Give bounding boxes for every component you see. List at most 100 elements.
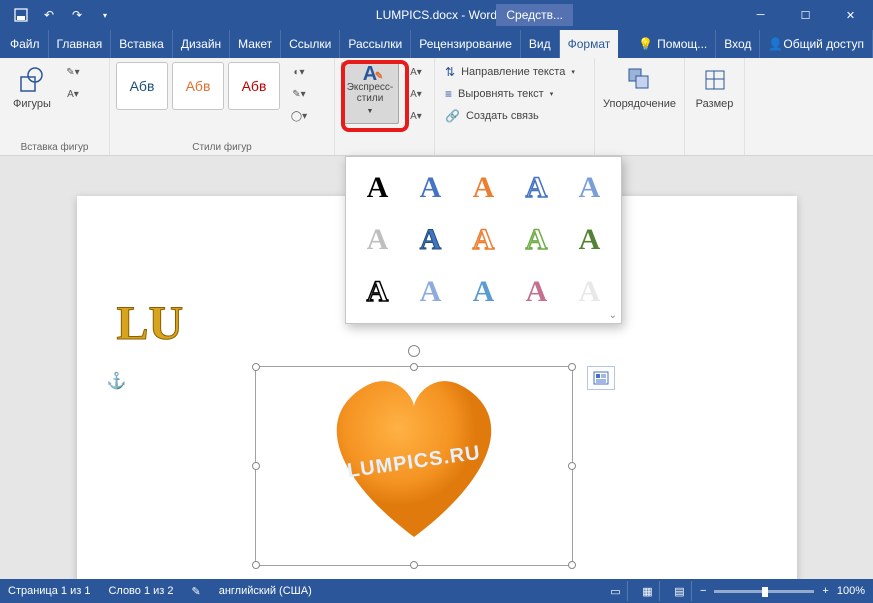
create-link-button[interactable]: 🔗Создать связь <box>441 106 543 126</box>
tell-me-button[interactable]: 💡Помощ... <box>626 30 716 58</box>
group-insert-shapes: Фигуры ✎▾ A▾ Вставка фигур <box>0 58 110 155</box>
align-text-icon: ≡ <box>445 87 452 101</box>
size-icon <box>699 64 731 96</box>
save-button[interactable] <box>8 2 34 28</box>
tab-layout[interactable]: Макет <box>230 30 281 58</box>
wordart-icon: A✎ <box>363 69 377 80</box>
wordart-style-6[interactable]: A <box>352 215 403 265</box>
group-label-shape-styles: Стили фигур <box>116 140 328 153</box>
wordart-style-1[interactable]: A <box>352 163 403 213</box>
arrange-label: Упорядочение <box>603 98 676 110</box>
group-size: Размер <box>685 58 745 155</box>
shape-selection-box[interactable]: LUMPICS.RU <box>255 366 573 566</box>
resize-handle[interactable] <box>568 363 576 371</box>
rotate-handle[interactable] <box>408 345 420 357</box>
status-proofing-icon[interactable]: ✎ <box>192 585 201 598</box>
link-icon: 🔗 <box>445 109 460 123</box>
shape-fill-button[interactable]: ◐▾ <box>288 62 310 82</box>
wordart-style-10[interactable]: A <box>564 215 615 265</box>
zoom-in-button[interactable]: + <box>822 585 828 597</box>
tab-references[interactable]: Ссылки <box>281 30 340 58</box>
wordart-style-5[interactable]: A <box>564 163 615 213</box>
arrange-button[interactable]: Упорядочение <box>614 62 666 112</box>
contextual-tab-label: Средств... <box>496 4 573 26</box>
resize-handle[interactable] <box>252 561 260 569</box>
wordart-style-7[interactable]: A <box>405 215 456 265</box>
status-page[interactable]: Страница 1 из 1 <box>8 585 90 597</box>
tab-view[interactable]: Вид <box>521 30 560 58</box>
shape-effects-button[interactable]: ◯▾ <box>288 106 310 126</box>
tab-review[interactable]: Рецензирование <box>411 30 521 58</box>
quick-styles-button[interactable]: A✎ Экспресс-стили ▼ <box>341 62 399 124</box>
tab-design[interactable]: Дизайн <box>173 30 230 58</box>
shape-style-preview-2[interactable]: Абв <box>172 62 224 110</box>
group-wordart-styles: A✎ Экспресс-стили ▼ A▾ A▾ A▾ <box>335 58 435 155</box>
text-direction-icon: ⇅ <box>445 65 455 79</box>
redo-button[interactable]: ↷ <box>64 2 90 28</box>
shape-style-preview-1[interactable]: Абв <box>116 62 168 110</box>
group-label-insert-shapes: Вставка фигур <box>6 140 103 153</box>
align-text-button[interactable]: ≡Выровнять текст▾ <box>441 84 557 104</box>
wordart-style-14[interactable]: A <box>511 267 562 317</box>
minimize-button[interactable]: ─ <box>738 0 783 30</box>
wordart-style-13[interactable]: A <box>458 267 509 317</box>
arrange-icon <box>624 64 656 96</box>
text-outline-button[interactable]: A▾ <box>405 84 427 104</box>
anchor-icon: ⚓ <box>107 371 127 391</box>
group-arrange: Упорядочение <box>595 58 685 155</box>
share-button[interactable]: 👤 Общий доступ <box>760 30 873 58</box>
wordart-style-3[interactable]: A <box>458 163 509 213</box>
resize-handle[interactable] <box>568 561 576 569</box>
text-box-button[interactable]: A▾ <box>62 84 84 104</box>
title-bar: ↶ ↷ ▾ LUMPICS.docx - Word Средств... ─ ☐… <box>0 0 873 30</box>
resize-handle[interactable] <box>568 462 576 470</box>
tab-file[interactable]: Файл <box>2 30 49 58</box>
wordart-style-11[interactable]: A <box>352 267 403 317</box>
gallery-expand-icon[interactable]: ⌄ <box>609 310 617 321</box>
sign-in-button[interactable]: Вход <box>716 30 760 58</box>
layout-options-button[interactable] <box>587 366 615 390</box>
status-language[interactable]: английский (США) <box>219 585 312 597</box>
view-print-layout-button[interactable]: ▦ <box>636 581 660 601</box>
tab-format[interactable]: Формат <box>560 30 619 58</box>
zoom-out-button[interactable]: − <box>700 585 706 597</box>
qat-customize-button[interactable]: ▾ <box>92 2 118 28</box>
resize-handle[interactable] <box>252 363 260 371</box>
shape-outline-button[interactable]: ✎▾ <box>288 84 310 104</box>
text-direction-button[interactable]: ⇅Направление текста▾ <box>441 62 579 82</box>
tab-insert[interactable]: Вставка <box>111 30 173 58</box>
zoom-slider[interactable] <box>714 590 814 593</box>
edit-shape-button[interactable]: ✎▾ <box>62 62 84 82</box>
size-button[interactable]: Размер <box>691 62 738 112</box>
status-bar: Страница 1 из 1 Слово 1 из 2 ✎ английски… <box>0 579 873 603</box>
view-read-mode-button[interactable]: ▭ <box>604 581 628 601</box>
chevron-down-icon: ▼ <box>367 106 374 117</box>
tab-home[interactable]: Главная <box>49 30 112 58</box>
quick-access-toolbar: ↶ ↷ ▾ <box>0 2 118 28</box>
zoom-level[interactable]: 100% <box>837 585 865 597</box>
wordart-style-9[interactable]: A <box>511 215 562 265</box>
group-label-wordart <box>341 151 428 153</box>
tab-mailings[interactable]: Рассылки <box>340 30 411 58</box>
window-controls: ─ ☐ ✕ <box>738 0 873 30</box>
close-button[interactable]: ✕ <box>828 0 873 30</box>
quick-styles-label: Экспресс-стили <box>342 82 398 104</box>
wordart-style-2[interactable]: A <box>405 163 456 213</box>
heart-shape[interactable]: LUMPICS.RU <box>314 367 514 547</box>
resize-handle[interactable] <box>252 462 260 470</box>
shape-style-preview-3[interactable]: Абв <box>228 62 280 110</box>
wordart-style-15[interactable]: A <box>564 267 615 317</box>
wordart-style-8[interactable]: A <box>458 215 509 265</box>
text-fill-button[interactable]: A▾ <box>405 62 427 82</box>
text-effects-button[interactable]: A▾ <box>405 106 427 126</box>
wordart-style-4[interactable]: A <box>511 163 562 213</box>
wordart-text[interactable]: LU <box>117 296 184 351</box>
wordart-style-12[interactable]: A <box>405 267 456 317</box>
resize-handle[interactable] <box>410 561 418 569</box>
undo-button[interactable]: ↶ <box>36 2 62 28</box>
maximize-button[interactable]: ☐ <box>783 0 828 30</box>
view-web-layout-button[interactable]: ▤ <box>668 581 692 601</box>
status-words[interactable]: Слово 1 из 2 <box>108 585 173 597</box>
zoom-slider-thumb[interactable] <box>762 587 768 597</box>
shapes-button[interactable]: Фигуры <box>6 62 58 112</box>
